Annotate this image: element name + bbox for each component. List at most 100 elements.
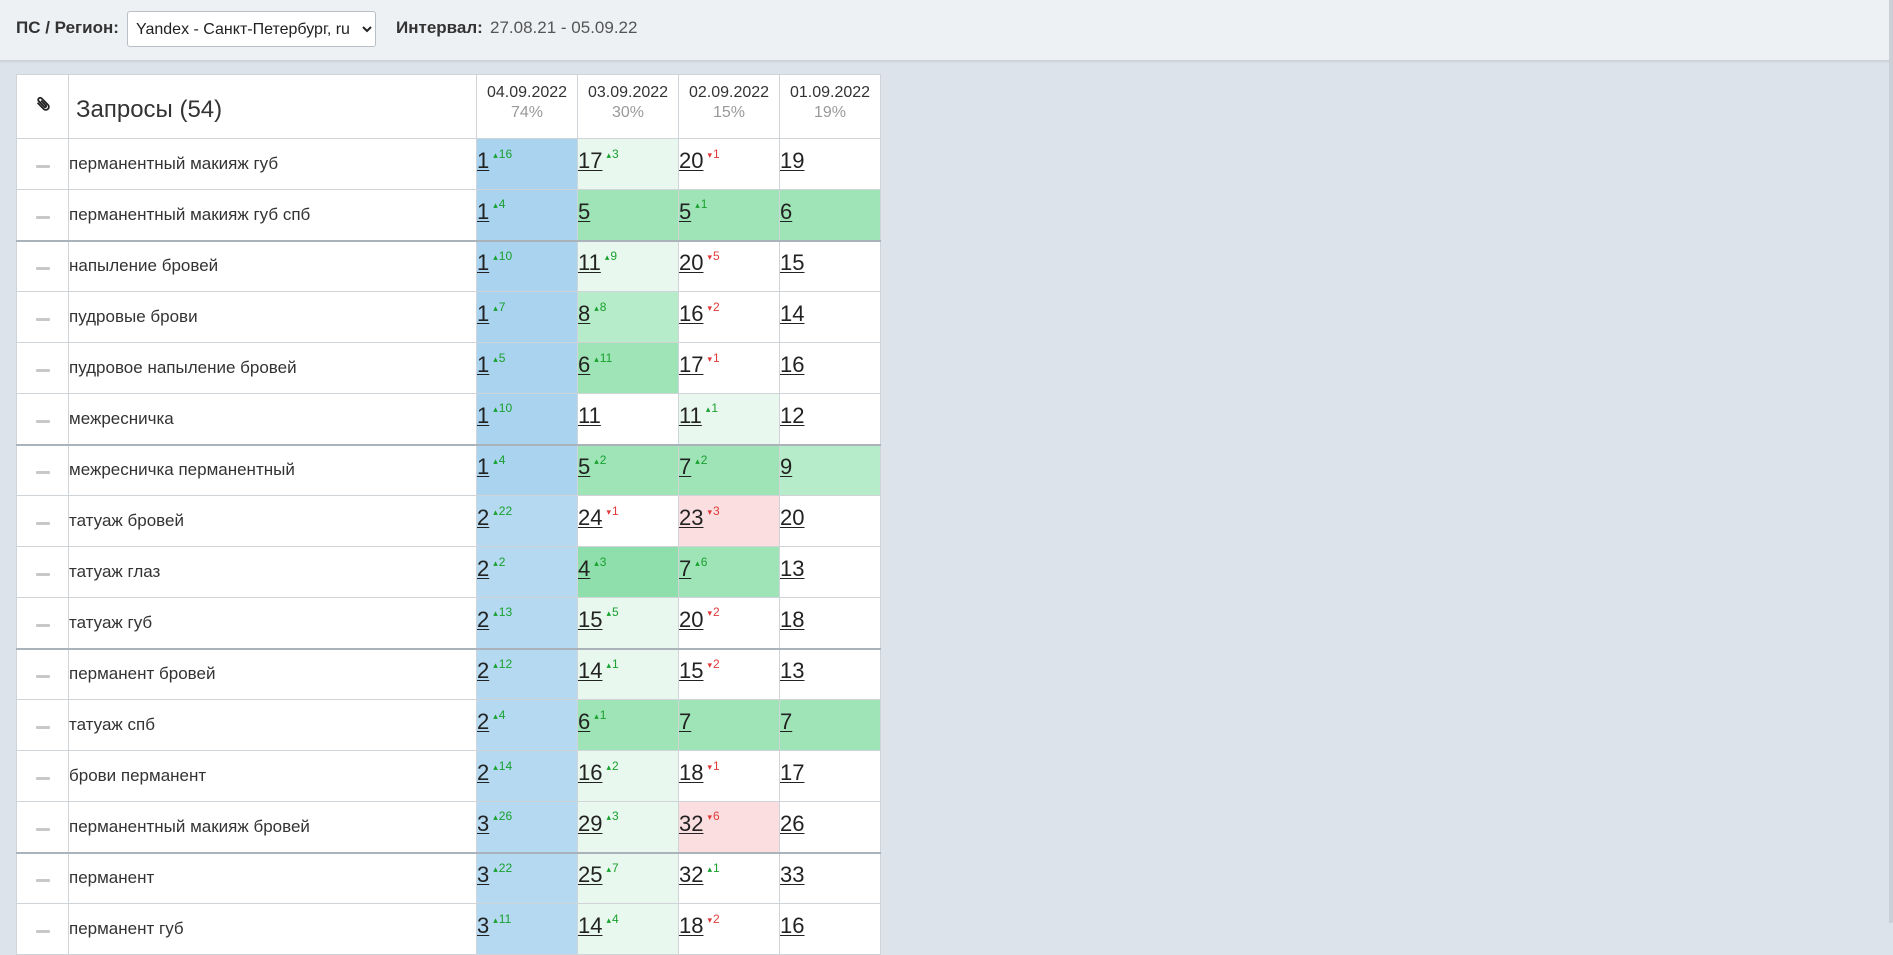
row-toggle[interactable] xyxy=(16,699,69,751)
position-link[interactable]: 24 xyxy=(578,505,602,530)
position-link[interactable]: 11 xyxy=(578,250,601,275)
dash-icon xyxy=(35,419,50,423)
row-toggle[interactable] xyxy=(16,443,69,496)
position-link[interactable]: 16 xyxy=(780,352,804,377)
position-link[interactable]: 7 xyxy=(679,556,691,581)
position-link[interactable]: 1 xyxy=(477,454,489,479)
row-toggle[interactable] xyxy=(16,647,69,700)
position-link[interactable]: 15 xyxy=(679,658,703,683)
position-link[interactable]: 3 xyxy=(477,811,489,836)
position-link[interactable]: 32 xyxy=(679,862,703,887)
position-link[interactable]: 17 xyxy=(679,352,703,377)
position-link[interactable]: 11 xyxy=(679,403,702,428)
position-link[interactable]: 5 xyxy=(578,199,590,224)
row-toggle[interactable] xyxy=(16,138,69,190)
row-toggle[interactable] xyxy=(16,189,69,241)
position-link[interactable]: 3 xyxy=(477,913,489,938)
position-link[interactable]: 6 xyxy=(780,199,792,224)
position-link[interactable]: 1 xyxy=(477,199,489,224)
position-cell: 2 14 xyxy=(476,750,578,802)
scrollbar[interactable] xyxy=(1889,0,1893,923)
position-link[interactable]: 14 xyxy=(578,658,602,683)
position-link[interactable]: 20 xyxy=(679,250,703,275)
date-column-header[interactable]: 03.09.2022 30% xyxy=(577,74,679,139)
position-link[interactable]: 14 xyxy=(578,913,602,938)
row-toggle[interactable] xyxy=(16,342,69,394)
position-link[interactable]: 2 xyxy=(477,607,489,632)
position-link[interactable]: 1 xyxy=(477,403,489,428)
position-link[interactable]: 2 xyxy=(477,505,489,530)
position-link[interactable]: 3 xyxy=(477,862,489,887)
position-change-up: 16 xyxy=(493,147,512,161)
position-change-up: 5 xyxy=(606,605,618,619)
position-link[interactable]: 2 xyxy=(477,760,489,785)
position-link[interactable]: 23 xyxy=(679,505,703,530)
position-link[interactable]: 26 xyxy=(780,811,804,836)
position-link[interactable]: 20 xyxy=(679,607,703,632)
table-row: пудровое напыление бровей1561117116 xyxy=(16,342,881,394)
position-link[interactable]: 1 xyxy=(477,148,489,173)
position-link[interactable]: 16 xyxy=(679,301,703,326)
dash-icon xyxy=(35,471,50,475)
row-toggle[interactable] xyxy=(16,546,69,598)
row-toggle[interactable] xyxy=(16,495,69,547)
position-link[interactable]: 5 xyxy=(578,454,590,479)
date-column-header[interactable]: 01.09.2022 19% xyxy=(779,74,881,139)
position-change-up: 6 xyxy=(695,555,707,569)
row-toggle[interactable] xyxy=(16,750,69,802)
position-link[interactable]: 1 xyxy=(477,352,489,377)
position-link[interactable]: 4 xyxy=(578,556,590,581)
column-percent: 15% xyxy=(712,104,746,121)
position-link[interactable]: 9 xyxy=(780,454,792,479)
position-link[interactable]: 29 xyxy=(578,811,602,836)
row-toggle[interactable] xyxy=(16,597,69,649)
position-link[interactable]: 18 xyxy=(679,913,703,938)
position-link[interactable]: 25 xyxy=(578,862,602,887)
position-link[interactable]: 8 xyxy=(578,301,590,326)
positions-table: Запросы (54) 04.09.2022 74% 03.09.2022 3… xyxy=(16,74,881,955)
position-link[interactable]: 13 xyxy=(780,658,804,683)
position-link[interactable]: 18 xyxy=(679,760,703,785)
attach-column-header[interactable] xyxy=(16,74,69,139)
row-toggle[interactable] xyxy=(16,903,69,955)
position-change-up: 4 xyxy=(493,453,505,467)
position-link[interactable]: 16 xyxy=(780,913,804,938)
row-toggle[interactable] xyxy=(16,291,69,343)
position-link[interactable]: 11 xyxy=(578,403,601,428)
position-link[interactable]: 2 xyxy=(477,556,489,581)
column-date: 01.09.2022 xyxy=(789,84,871,101)
position-link[interactable]: 17 xyxy=(578,148,602,173)
position-link[interactable]: 20 xyxy=(679,148,703,173)
region-select[interactable]: Yandex - Санкт-Петербург, ru xyxy=(127,11,376,47)
position-link[interactable]: 20 xyxy=(780,505,804,530)
position-link[interactable]: 14 xyxy=(780,301,804,326)
position-link[interactable]: 1 xyxy=(477,250,489,275)
position-link[interactable]: 13 xyxy=(780,556,804,581)
position-link[interactable]: 6 xyxy=(578,352,590,377)
row-toggle[interactable] xyxy=(16,393,69,445)
row-toggle[interactable] xyxy=(16,239,69,292)
position-link[interactable]: 19 xyxy=(780,148,804,173)
position-link[interactable]: 15 xyxy=(578,607,602,632)
position-link[interactable]: 7 xyxy=(679,454,691,479)
position-link[interactable]: 1 xyxy=(477,301,489,326)
position-link[interactable]: 18 xyxy=(780,607,804,632)
position-link[interactable]: 5 xyxy=(679,199,691,224)
queries-header[interactable]: Запросы (54) xyxy=(68,74,477,139)
position-link[interactable]: 2 xyxy=(477,709,489,734)
position-link[interactable]: 32 xyxy=(679,811,703,836)
interval-value[interactable]: 27.08.21 - 05.09.22 xyxy=(490,18,637,38)
row-toggle[interactable] xyxy=(16,801,69,853)
position-link[interactable]: 17 xyxy=(780,760,804,785)
position-link[interactable]: 7 xyxy=(780,709,792,734)
position-link[interactable]: 33 xyxy=(780,862,804,887)
position-link[interactable]: 7 xyxy=(679,709,691,734)
row-toggle[interactable] xyxy=(16,851,69,904)
position-link[interactable]: 15 xyxy=(780,250,804,275)
position-link[interactable]: 16 xyxy=(578,760,602,785)
date-column-header[interactable]: 04.09.2022 74% xyxy=(476,74,578,139)
date-column-header[interactable]: 02.09.2022 15% xyxy=(678,74,780,139)
position-link[interactable]: 6 xyxy=(578,709,590,734)
position-link[interactable]: 12 xyxy=(780,403,804,428)
position-link[interactable]: 2 xyxy=(477,658,489,683)
